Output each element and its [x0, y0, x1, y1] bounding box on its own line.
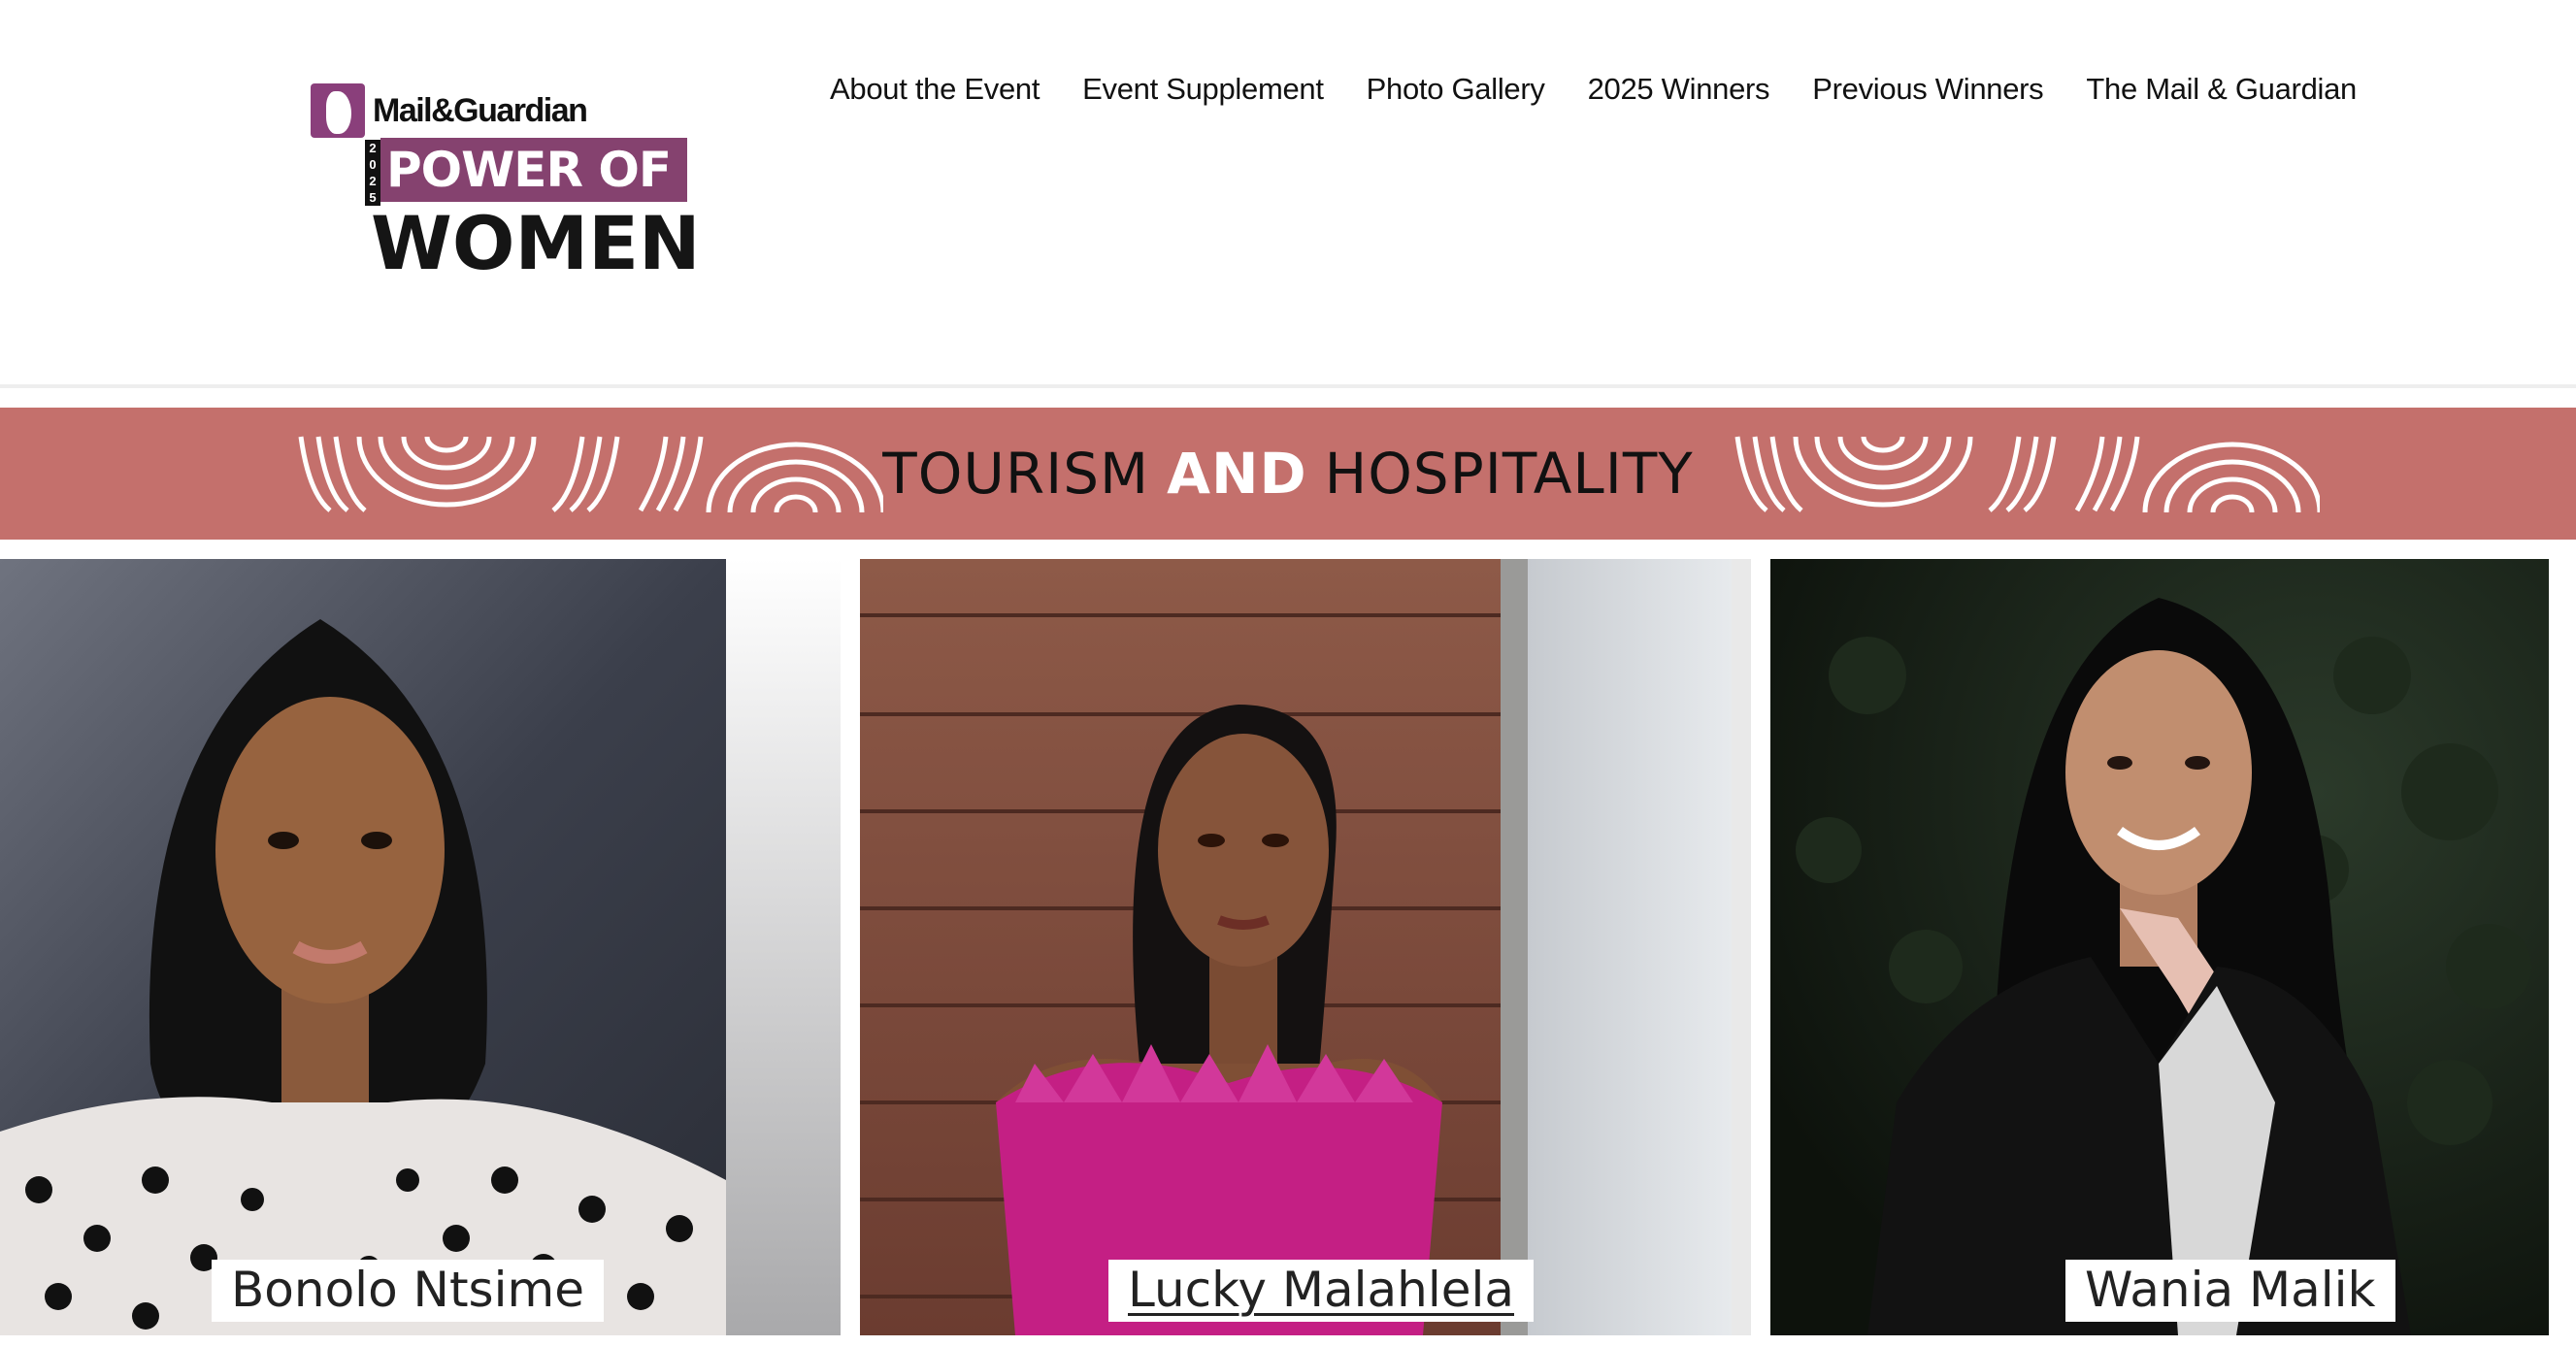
nav-2025-winners[interactable]: 2025 Winners — [1588, 72, 1770, 106]
logo-year: 2 0 2 5 — [365, 140, 380, 206]
winner-photo — [1770, 559, 2549, 1335]
nav-event-supplement[interactable]: Event Supplement — [1082, 72, 1324, 106]
nav-mail-and-guardian[interactable]: The Mail & Guardian — [2086, 72, 2357, 106]
winner-name[interactable]: Lucky Malahlela — [1108, 1260, 1534, 1322]
site-header: Mail&Guardian 2 0 2 5 POWER OF WOMEN Abo… — [0, 0, 2576, 388]
category-word-tourism: TOURISM — [882, 441, 1150, 507]
power-of-women-logo[interactable]: Mail&Guardian 2 0 2 5 POWER OF WOMEN — [311, 82, 701, 286]
winner-name[interactable]: Wania Malik — [2065, 1260, 2395, 1322]
nav-photo-gallery[interactable]: Photo Gallery — [1367, 72, 1545, 106]
winner-card-wania-malik[interactable]: Wania Malik — [1770, 559, 2549, 1335]
winner-photo — [0, 559, 841, 1335]
category-title: TOURISM AND HOSPITALITY — [0, 408, 2576, 540]
logo-power-of: POWER OF — [380, 138, 687, 202]
mail-guardian-masthead: Mail&Guardian — [311, 82, 588, 140]
winners-grid: Bonolo Ntsime Lucky Malahlela Wania Mali… — [0, 559, 2576, 1347]
winner-photo — [860, 559, 1751, 1335]
category-word-hospitality: HOSPITALITY — [1324, 441, 1694, 507]
category-banner: TOURISM AND HOSPITALITY — [0, 408, 2576, 540]
africa-globe-icon — [311, 83, 365, 138]
winner-name[interactable]: Bonolo Ntsime — [212, 1260, 604, 1322]
category-word-and: AND — [1167, 441, 1307, 507]
nav-about-the-event[interactable]: About the Event — [830, 72, 1040, 106]
logo-women: WOMEN — [371, 200, 701, 286]
nav-previous-winners[interactable]: Previous Winners — [1812, 72, 2043, 106]
winner-card-bonolo-ntsime[interactable]: Bonolo Ntsime — [0, 559, 841, 1335]
masthead-text: Mail&Guardian — [373, 91, 588, 129]
winner-card-lucky-malahlela[interactable]: Lucky Malahlela — [860, 559, 1751, 1335]
